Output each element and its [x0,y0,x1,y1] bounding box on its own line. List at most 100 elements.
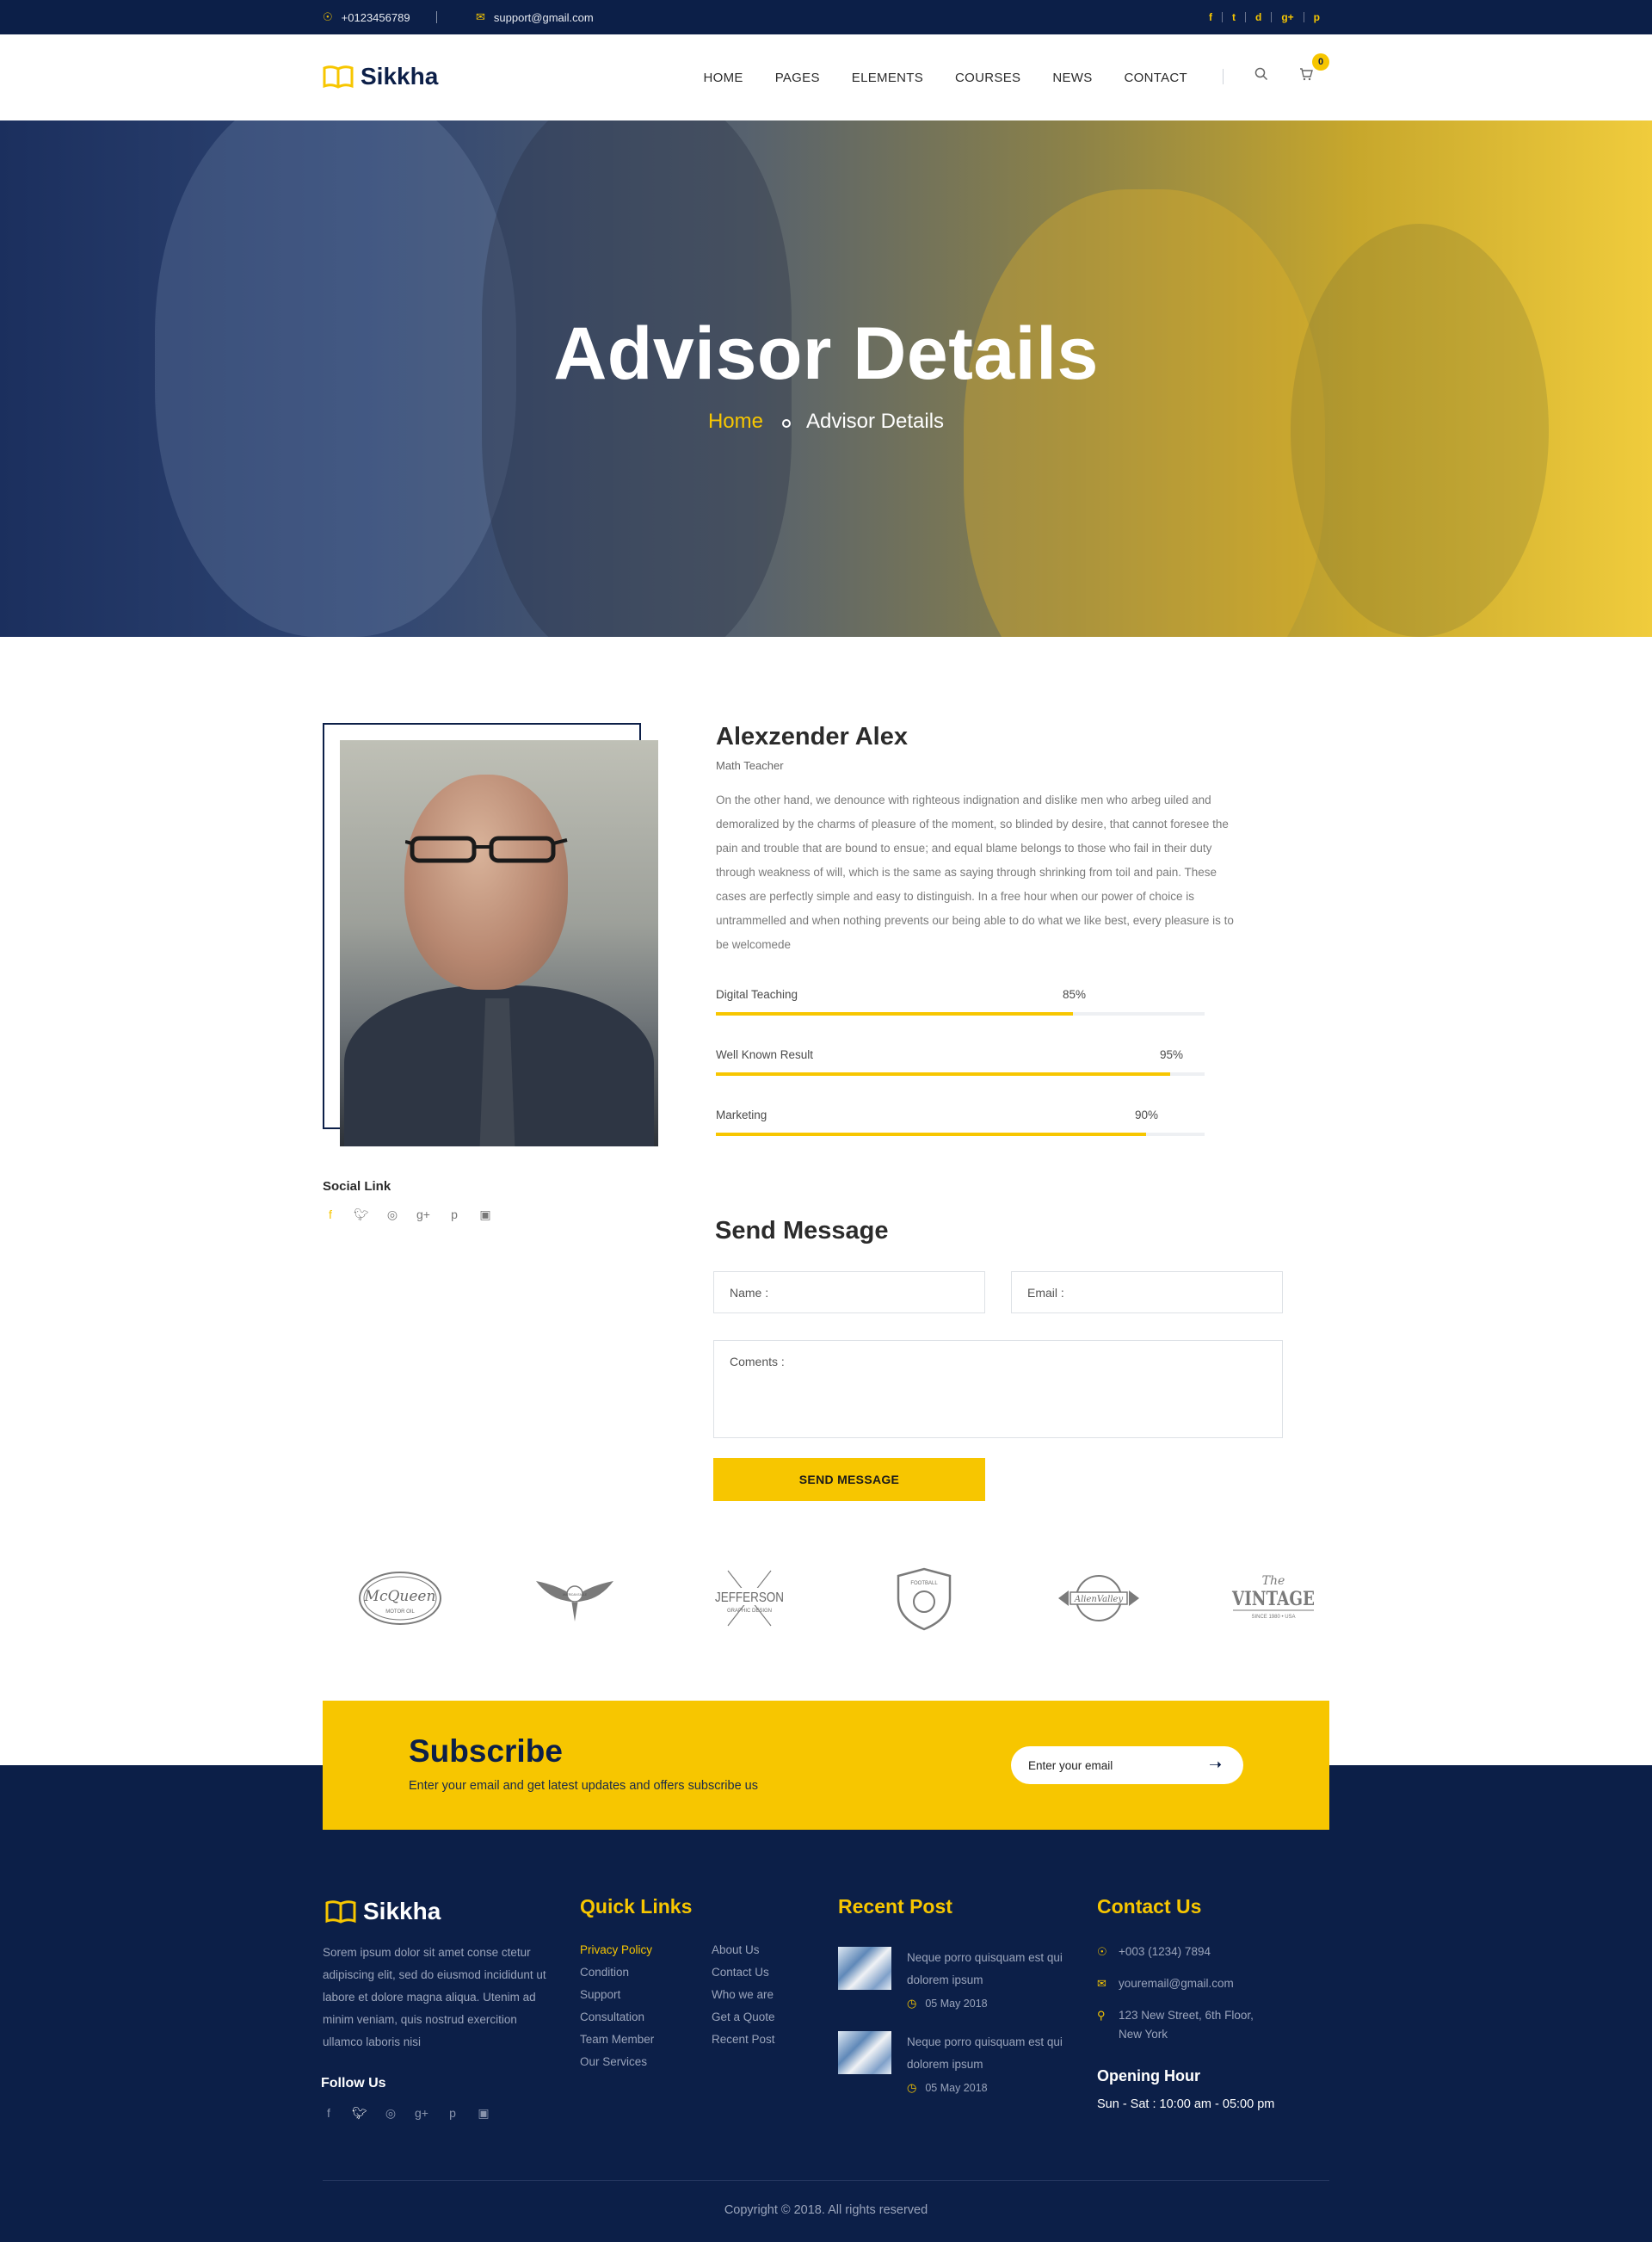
twitter-icon[interactable]: 🐦︎ [354,1207,369,1222]
top-bar: ☉ +0123456789 ✉ support@gmail.com f t d … [0,0,1652,34]
footer-link-who[interactable]: Who we are [712,1988,775,2010]
nav-news[interactable]: NEWS [1052,71,1092,85]
dribbble-icon[interactable]: ◎ [383,2106,398,2121]
post-date: ◷ 05 May 2018 [907,2081,988,2095]
topbar-email-text: support@gmail.com [493,10,594,24]
footer-link-support[interactable]: Support [580,1988,654,2010]
headphone-icon: ☉ [323,10,333,23]
cart-count-badge: 0 [1312,53,1329,71]
footer-link-quote[interactable]: Get a Quote [712,2010,775,2033]
facebook-icon[interactable]: f [323,1207,338,1222]
subscribe-text: Enter your email and get latest updates … [409,1779,758,1793]
brand-jefferson-logo[interactable]: JEFFERSON GRAPHIC DESIGN [702,1564,797,1633]
skill-label: Digital Teaching [716,988,798,1001]
brand-vintage-logo[interactable]: The VINTAGE SINCE 1980 • USA [1226,1564,1321,1633]
arrow-right-icon[interactable]: ➝ [1209,1756,1222,1774]
facebook-icon[interactable]: f [321,2106,336,2121]
book-logo-icon [323,65,354,89]
topbar-phone-text: +0123456789 [341,10,410,24]
cart-icon[interactable] [1297,67,1316,86]
footer-link-contact[interactable]: Contact Us [712,1966,775,1988]
footer-social-icons: f 🐦︎ ◎ g+ p ▣ [321,2106,507,2121]
post-date-text: 05 May 2018 [925,2082,988,2094]
headphone-icon: ☉ [1097,1945,1107,1958]
instagram-icon[interactable]: ▣ [476,2106,491,2121]
dribbble-icon[interactable]: d [1244,12,1271,22]
recent-post-item[interactable]: Neque porro quisquam est qui dolorem ips… [838,1947,1096,2010]
google-plus-icon[interactable]: g+ [414,2106,429,2121]
facebook-icon[interactable]: f [1199,12,1222,22]
breadcrumb-home[interactable]: Home [708,410,763,434]
brand-mcqueen-logo[interactable]: McQueen MOTOR OIL [353,1564,447,1633]
book-logo-icon [325,1900,356,1924]
site-logo[interactable]: Sikkha [323,63,438,90]
brand-mcqueen-sub: MOTOR OIL [385,1609,415,1615]
contact-address-text: 123 New Street, 6th Floor, New York [1119,2009,1254,2041]
footer-link-services[interactable]: Our Services [580,2055,654,2078]
topbar-divider [436,11,437,23]
clock-icon: ◷ [907,2081,917,2094]
brand-vintage-the: The [1262,1574,1285,1588]
nav-contact[interactable]: CONTACT [1125,71,1187,85]
post-date-text: 05 May 2018 [925,1998,988,2010]
main-nav: HOME PAGES ELEMENTS COURSES NEWS CONTACT [671,34,1187,120]
footer-link-about[interactable]: About Us [712,1943,775,1966]
header-divider [1223,69,1224,84]
contact-email[interactable]: ✉ youremail@gmail.com [1097,1974,1234,1993]
envelope-icon: ✉ [476,10,485,23]
photo-glasses [405,836,568,863]
contact-email-text: youremail@gmail.com [1119,1977,1234,1990]
quick-links-col2: About Us Contact Us Who we are Get a Quo… [712,1943,775,2055]
subscribe-title: Subscribe [409,1733,563,1769]
nav-courses[interactable]: COURSES [955,71,1020,85]
skill-percent: 90% [1135,1109,1159,1121]
footer-link-condition[interactable]: Condition [580,1966,654,1988]
skill-fill [716,1133,1146,1136]
nav-pages[interactable]: PAGES [775,71,820,85]
google-plus-icon[interactable]: g+ [1271,12,1303,22]
advisor-role: Math Teacher [716,759,784,772]
twitter-icon[interactable]: 🐦︎ [352,2106,367,2121]
topbar-phone[interactable]: ☉ +0123456789 [323,0,410,34]
topbar-email[interactable]: ✉ support@gmail.com [476,0,594,34]
google-plus-icon[interactable]: g+ [416,1207,431,1222]
dribbble-icon[interactable]: ◎ [385,1207,400,1222]
send-message-button[interactable]: SEND MESSAGE [713,1458,985,1501]
footer-link-consultation[interactable]: Consultation [580,2010,654,2033]
opening-hour-title: Opening Hour [1097,2067,1200,2085]
footer-logo[interactable]: Sikkha [325,1898,441,1925]
brand-eagle-logo[interactable]: AMERICAN EAGLE [527,1564,622,1633]
photo-head [404,775,568,990]
footer-link-privacy[interactable]: Privacy Policy [580,1943,654,1966]
recent-post-item[interactable]: Neque porro quisquam est qui dolorem ips… [838,2031,1096,2094]
nav-elements[interactable]: ELEMENTS [852,71,923,85]
footer-link-recent[interactable]: Recent Post [712,2033,775,2055]
pinterest-icon[interactable]: p [447,1207,462,1222]
search-icon[interactable] [1252,67,1271,86]
instagram-icon[interactable]: ▣ [478,1207,493,1222]
advisor-photo [340,740,658,1146]
brand-football-logo[interactable]: FOOTBALL [877,1564,971,1633]
post-title[interactable]: Neque porro quisquam est qui dolorem ips… [907,2031,1088,2076]
logo-text: Sikkha [361,63,439,90]
email-input[interactable] [1011,1271,1283,1313]
nav-home[interactable]: HOME [703,71,743,85]
twitter-icon[interactable]: t [1221,12,1245,22]
footer-link-team[interactable]: Team Member [580,2033,654,2055]
main-header: Sikkha HOME PAGES ELEMENTS COURSES NEWS … [0,34,1652,120]
brand-alienvalley-logo[interactable]: AlienValley [1051,1564,1146,1633]
skill-label: Marketing [716,1109,767,1121]
subscribe-section: Subscribe Enter your email and get lates… [323,1701,1329,1830]
comments-textarea[interactable] [713,1340,1283,1438]
page-title: Advisor Details [553,312,1099,395]
post-thumbnail[interactable] [838,1947,891,1990]
post-title[interactable]: Neque porro quisquam est qui dolorem ips… [907,1947,1088,1992]
post-thumbnail[interactable] [838,2031,891,2074]
brand-vintage-text: VINTAGE [1231,1588,1315,1610]
pinterest-icon[interactable]: p [1303,12,1329,22]
pinterest-icon[interactable]: p [445,2106,460,2121]
name-input[interactable] [713,1271,985,1313]
contact-us-title: Contact Us [1097,1895,1202,1918]
send-message-title: Send Message [715,1217,889,1245]
contact-phone[interactable]: ☉ +003 (1234) 7894 [1097,1942,1211,1961]
